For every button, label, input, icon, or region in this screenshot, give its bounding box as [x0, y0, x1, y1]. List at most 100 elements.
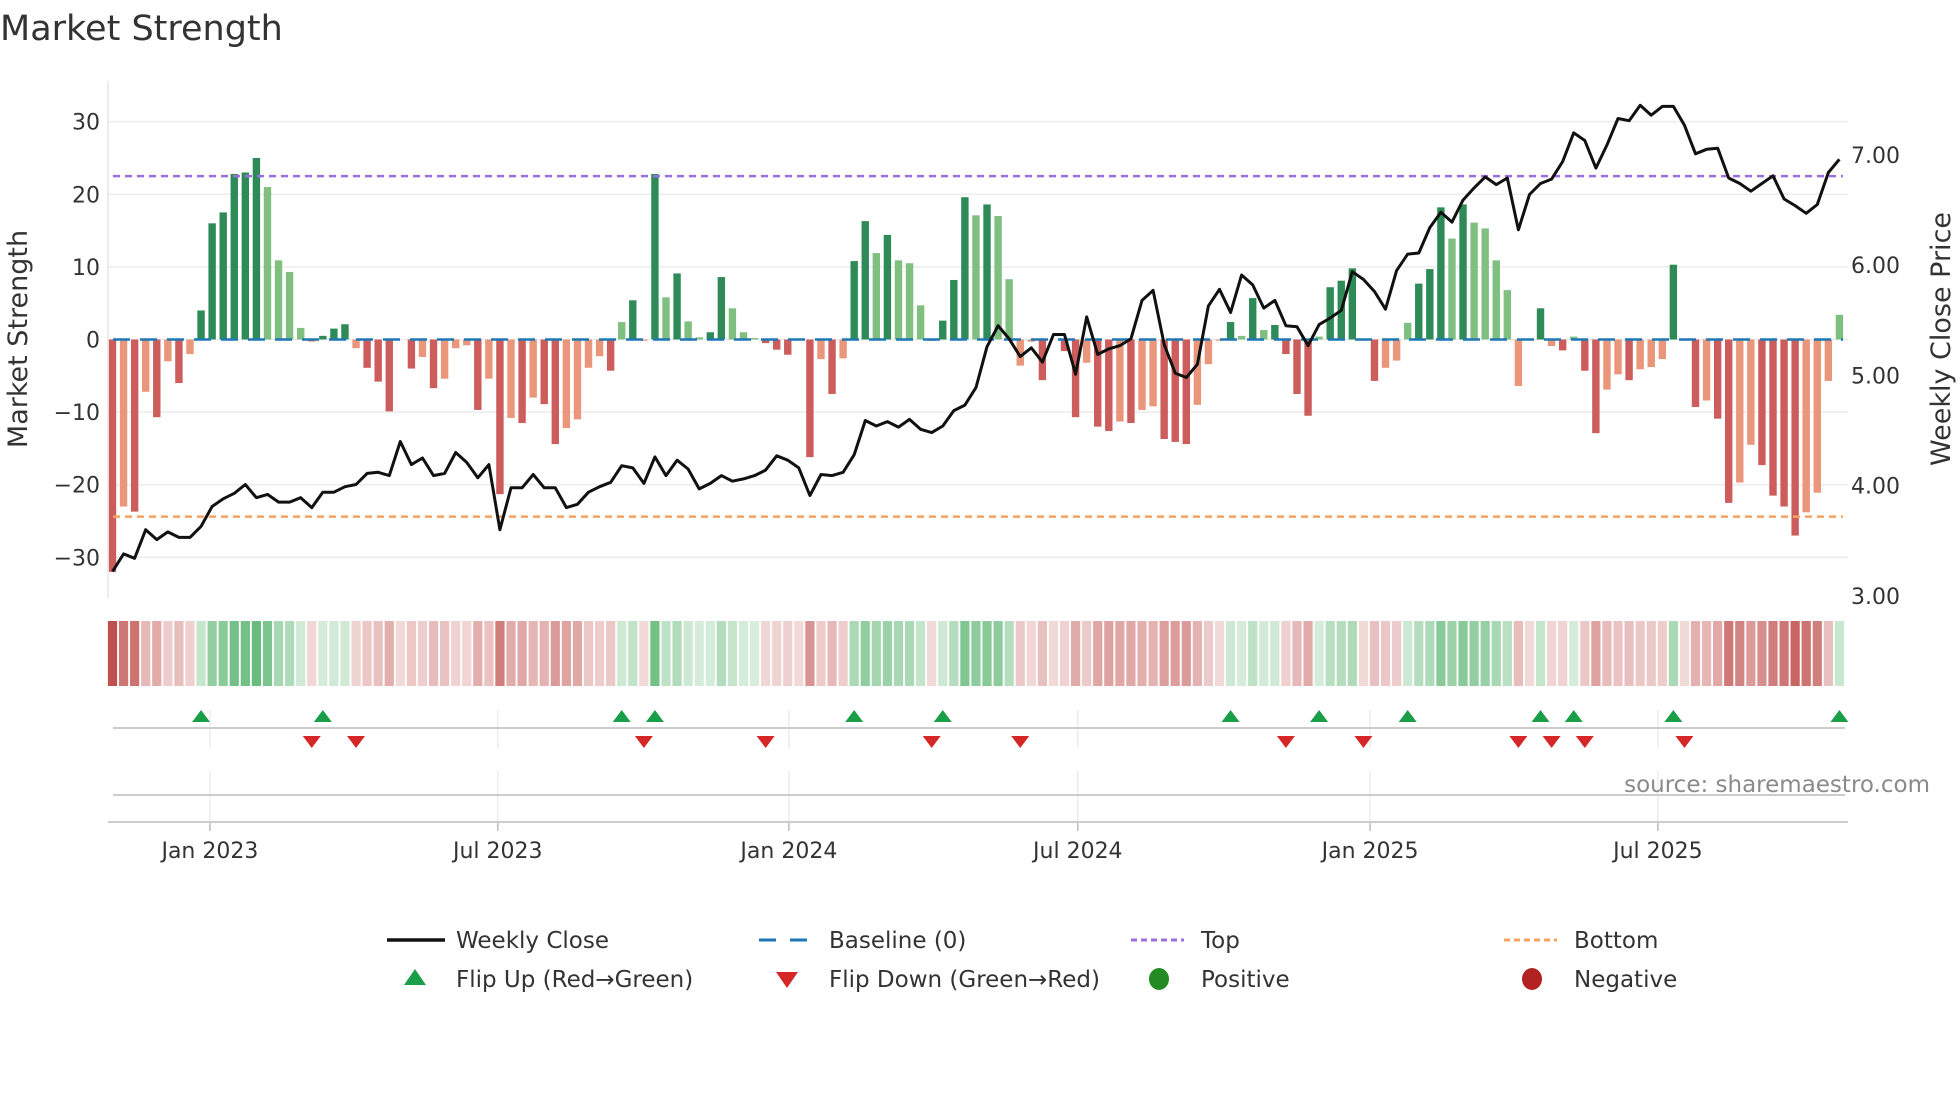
heat-cell: [1713, 621, 1723, 686]
bar-negative: [1725, 339, 1733, 503]
flip-down-marker: [1542, 736, 1561, 748]
heat-cell: [1657, 621, 1667, 686]
flip-up-marker: [845, 710, 864, 722]
heat-cell: [1392, 621, 1402, 686]
heat-cell: [705, 621, 715, 686]
flip-up-marker: [192, 710, 211, 722]
flip-up-marker: [1221, 710, 1240, 722]
heat-cell: [1026, 621, 1036, 686]
bar-positive: [1226, 322, 1235, 340]
bar-negative: [507, 339, 515, 418]
flip-up-marker: [1664, 710, 1683, 722]
bar-positive: [750, 338, 759, 340]
heat-cell: [1447, 621, 1457, 686]
heat-cell: [1314, 621, 1324, 686]
heat-cell: [783, 621, 793, 686]
bar-positive: [1271, 324, 1279, 340]
bar-positive: [629, 300, 637, 340]
flip-up-marker: [313, 710, 332, 722]
heat-cell: [1624, 621, 1634, 686]
heat-cell: [473, 621, 483, 686]
bar-negative: [1381, 339, 1390, 368]
bar-negative: [1747, 339, 1755, 445]
heat-cell: [1292, 621, 1302, 686]
legend-label: Top: [1200, 928, 1240, 954]
chart-title: Market Strength: [0, 9, 283, 49]
heat-cell: [738, 621, 749, 686]
heat-cell: [1281, 621, 1291, 686]
heat-cell: [1569, 621, 1579, 686]
heat-cell: [495, 621, 505, 686]
bar-positive: [1260, 330, 1268, 340]
bar-negative: [1691, 339, 1700, 408]
flip-down-marker: [347, 736, 366, 748]
heat-cell: [229, 621, 239, 686]
bar-positive: [341, 324, 349, 340]
heat-cell: [185, 621, 195, 686]
strength-bars: [108, 157, 1844, 572]
heat-cell: [1414, 621, 1424, 686]
heat-cell: [130, 621, 140, 686]
bar-positive: [241, 172, 250, 340]
left-tick-label: 0: [86, 329, 100, 354]
heat-cell: [639, 621, 649, 686]
bar-negative: [551, 339, 559, 445]
flip-up-marker: [1564, 710, 1583, 722]
heat-cell: [1524, 621, 1535, 686]
flip-up-marker: [645, 710, 664, 722]
legend-item: Top: [1131, 928, 1240, 954]
heat-cell: [1270, 621, 1280, 686]
bar-positive: [1669, 264, 1678, 340]
heat-cell: [1170, 621, 1180, 686]
heat-cell: [1679, 621, 1690, 686]
source-label: source: sharemaestro.com: [1624, 772, 1930, 798]
left-tick-label: −30: [54, 546, 100, 571]
flip-up-marker: [612, 710, 631, 722]
heat-cell: [1004, 621, 1014, 686]
bar-positive: [872, 253, 881, 340]
bar-negative: [374, 339, 382, 382]
bar-negative: [1780, 339, 1788, 507]
left-tick-label: 30: [72, 111, 100, 136]
bar-positive: [1492, 260, 1500, 340]
bar-positive: [850, 261, 858, 340]
flip-down-marker: [1276, 736, 1295, 748]
heat-cell: [1602, 621, 1612, 686]
bar-positive: [1005, 279, 1013, 340]
heat-cell: [1535, 621, 1546, 686]
heat-cell: [1336, 621, 1346, 686]
bar-negative: [1614, 339, 1622, 375]
bar-negative: [562, 339, 571, 429]
heat-cell: [1303, 621, 1313, 686]
legend-down-triangle-icon: [776, 972, 798, 988]
bar-negative: [518, 339, 526, 424]
bar-negative: [1736, 339, 1744, 483]
bar-positive: [263, 187, 272, 340]
heat-cell: [1248, 621, 1258, 686]
heat-cell: [285, 621, 295, 686]
right-tick-label: 5.00: [1851, 364, 1900, 389]
heat-cell: [1436, 621, 1446, 686]
flip-down-marker: [634, 736, 653, 748]
heat-cell: [1104, 621, 1114, 686]
bar-negative: [828, 339, 836, 394]
heat-cell: [1491, 621, 1501, 686]
heat-cell: [1812, 621, 1822, 686]
bar-negative: [142, 339, 150, 392]
heat-cell: [362, 621, 372, 686]
flip-down-marker: [1011, 736, 1030, 748]
heat-cell: [1358, 621, 1369, 686]
flip-up-marker: [1531, 710, 1550, 722]
bar-positive: [673, 273, 681, 340]
bar-positive: [1403, 322, 1412, 340]
heat-cell: [650, 621, 660, 686]
bar-positive: [1326, 287, 1334, 340]
left-tick-label: 20: [72, 183, 100, 208]
bar-negative: [1304, 339, 1312, 416]
heat-cell: [1635, 621, 1645, 686]
bar-positive: [197, 310, 205, 340]
heat-cell: [794, 621, 804, 686]
bar-negative: [418, 339, 427, 357]
bar-positive: [916, 305, 925, 340]
bar-positive: [894, 260, 903, 340]
